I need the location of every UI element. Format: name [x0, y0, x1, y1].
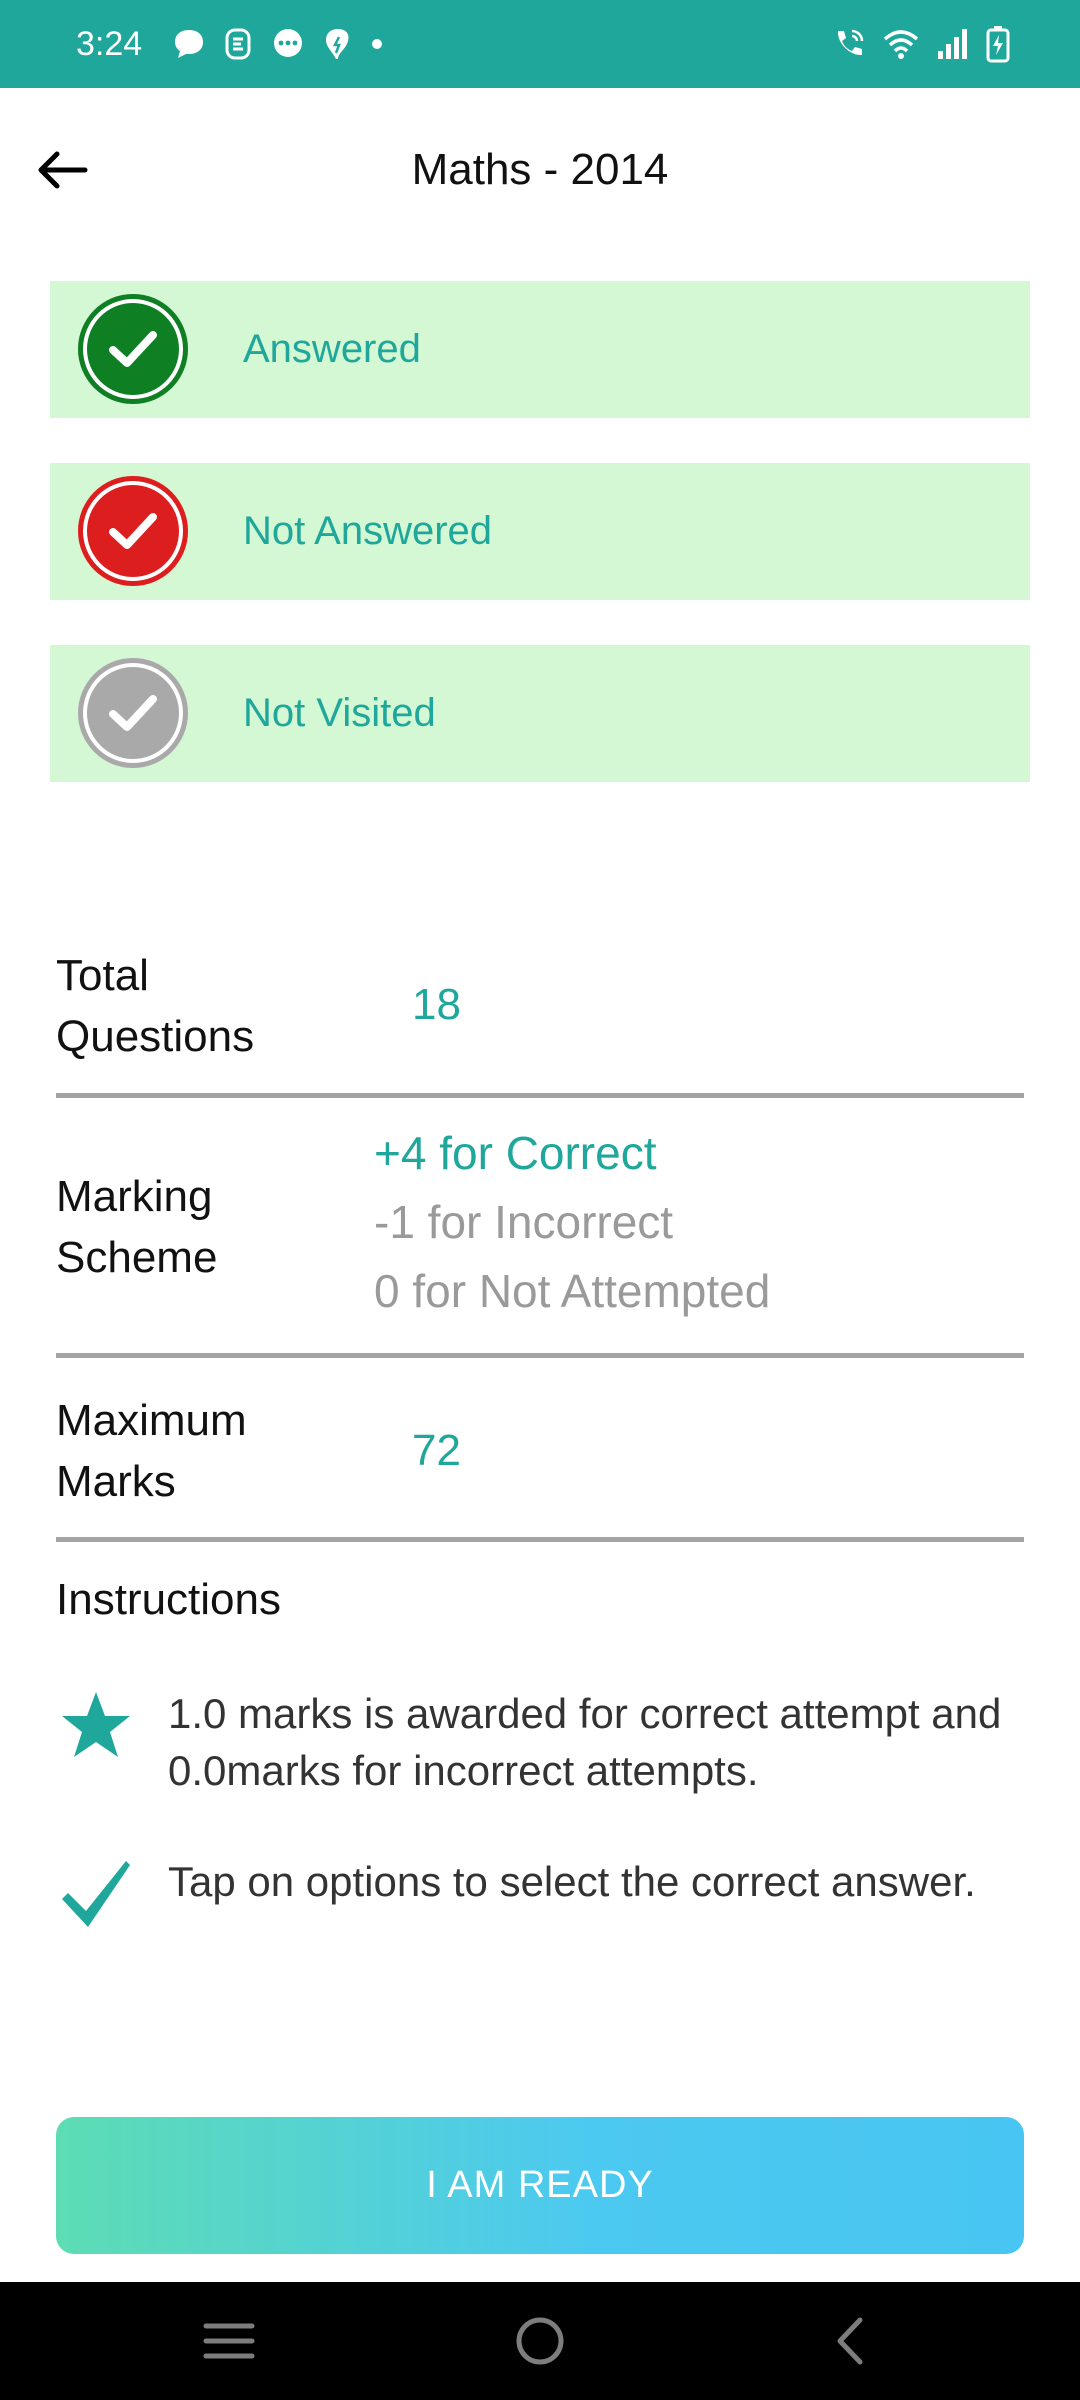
notification-icons — [172, 22, 384, 66]
label-line: Marking — [56, 1172, 213, 1221]
back-icon — [837, 2317, 863, 2365]
star-icon — [56, 1685, 136, 1765]
checkmark-icon — [56, 1853, 136, 1933]
app-header: Maths - 2014 — [0, 88, 1080, 248]
legend-label: Not Visited — [243, 691, 436, 735]
system-icons — [832, 22, 1010, 66]
status-time: 3:24 — [76, 25, 143, 63]
legend-answered: Answered — [50, 281, 1030, 418]
home-button[interactable] — [505, 2306, 575, 2376]
scheme-correct: +4 for Correct — [374, 1127, 657, 1179]
legend-label: Answered — [243, 327, 421, 371]
maximum-marks-label: Maximum Marks — [56, 1390, 247, 1512]
signal-icon — [938, 29, 967, 59]
maximum-marks-value: 72 — [412, 1426, 461, 1475]
shield-leaf-icon — [326, 29, 349, 59]
legend-label: Not Answered — [243, 509, 493, 553]
label-line: Scheme — [56, 1233, 218, 1282]
instruction-item: Tap on options to select the correct ans… — [56, 1853, 1024, 1973]
i-am-ready-button[interactable]: I AM READY — [56, 2117, 1024, 2254]
label-line: Maximum — [56, 1396, 247, 1445]
home-icon — [516, 2317, 564, 2365]
instruction-text: Tap on options to select the correct ans… — [168, 1858, 976, 1905]
wifi-calling-icon — [837, 29, 864, 56]
marking-scheme-label: Marking Scheme — [56, 1166, 217, 1288]
chat-bubble-icon — [175, 30, 203, 58]
answered-badge — [78, 294, 188, 404]
marking-scheme-row: Marking Scheme +4 for Correct -1 for Inc… — [56, 1098, 1024, 1358]
instruction-item: 1.0 marks is awarded for correct attempt… — [56, 1685, 1024, 1805]
message-dots-icon — [274, 29, 302, 57]
notification-app-icon — [225, 28, 251, 60]
label-line: Marks — [56, 1457, 176, 1506]
dot-icon — [372, 39, 382, 49]
check-circle-icon — [109, 695, 157, 731]
battery-charging-icon — [986, 26, 1010, 63]
wifi-icon — [883, 30, 919, 59]
recents-button[interactable] — [194, 2306, 264, 2376]
instruction-text: 1.0 marks is awarded for correct attempt… — [168, 1690, 1002, 1794]
not-visited-badge — [78, 658, 188, 768]
maximum-marks-row: Maximum Marks 72 — [56, 1358, 1024, 1542]
scheme-incorrect: -1 for Incorrect — [374, 1196, 674, 1248]
recents-icon — [203, 2323, 255, 2359]
page-title: Maths - 2014 — [411, 145, 669, 194]
label-line: Questions — [56, 1012, 255, 1061]
system-nav-bar — [0, 2282, 1080, 2400]
total-questions-label: Total Questions — [56, 945, 254, 1067]
not-answered-badge — [78, 476, 188, 586]
total-questions-row: Total Questions 18 — [56, 930, 1024, 1098]
legend-not-visited: Not Visited — [50, 645, 1030, 782]
check-circle-icon — [109, 331, 157, 367]
status-bar: 3:24 — [0, 0, 1080, 88]
label-line: Total — [56, 951, 149, 1000]
instructions-title: Instructions — [56, 1575, 281, 1624]
legend-not-answered: Not Answered — [50, 463, 1030, 600]
check-circle-icon — [109, 513, 157, 549]
total-questions-value: 18 — [412, 980, 461, 1029]
nav-back-button[interactable] — [815, 2306, 885, 2376]
scheme-not-attempted: 0 for Not Attempted — [374, 1265, 771, 1317]
